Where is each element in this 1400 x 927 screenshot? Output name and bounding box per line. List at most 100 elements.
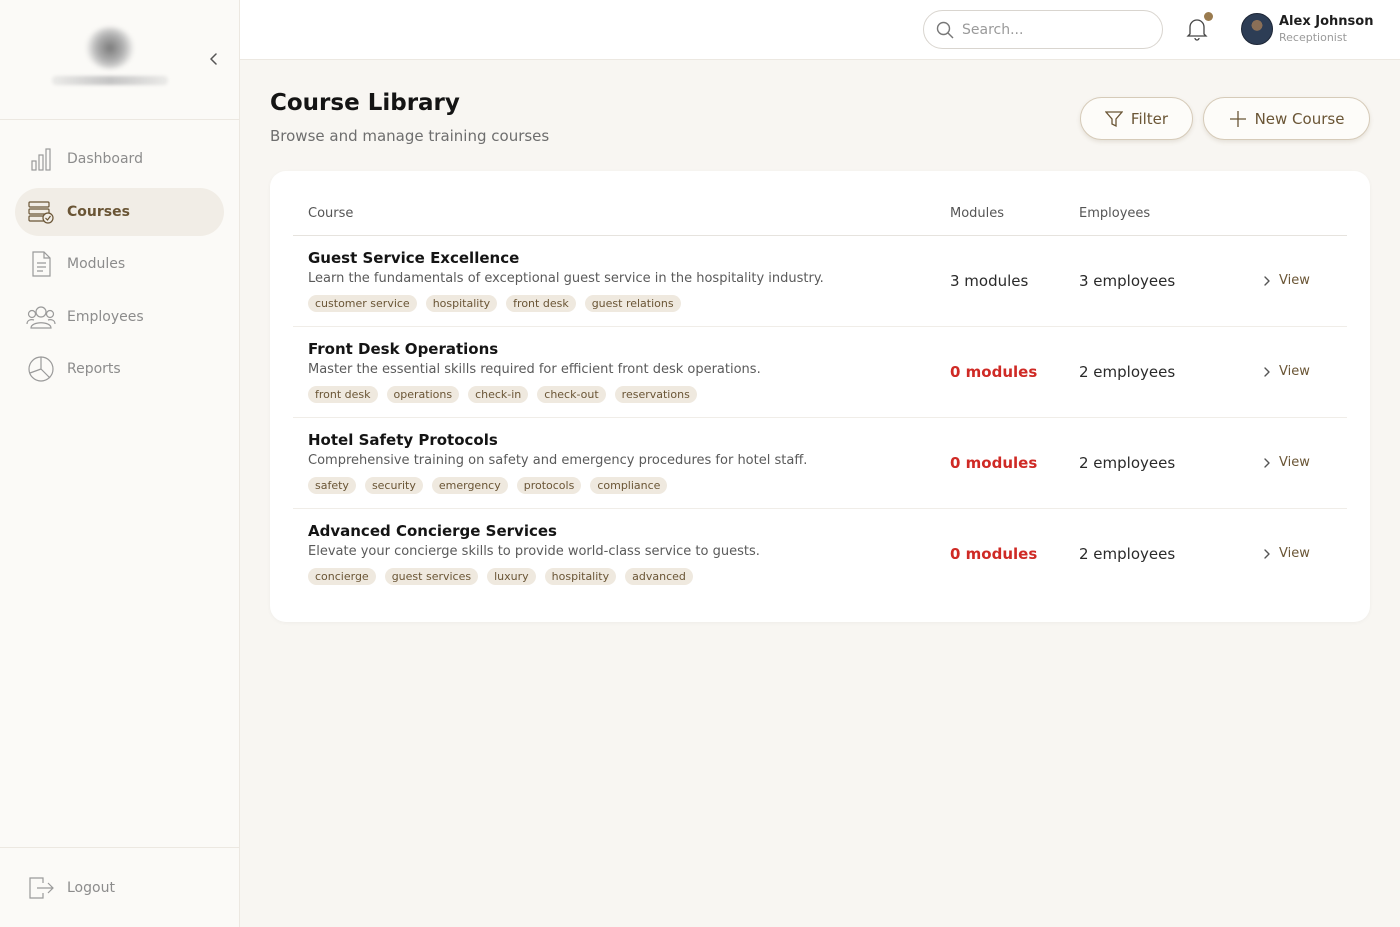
search-box[interactable]: [923, 10, 1163, 49]
employee-count: 3 employees: [1079, 272, 1176, 290]
course-description: Elevate your concierge skills to provide…: [308, 544, 760, 559]
new-course-button-label: New Course: [1254, 109, 1345, 128]
tag: advanced: [625, 568, 693, 585]
table-row[interactable]: Advanced Concierge Services Elevate your …: [293, 509, 1347, 600]
chevron-right-icon: [1264, 548, 1270, 559]
page-subtitle: Browse and manage training courses: [270, 127, 550, 145]
view-button[interactable]: View: [1263, 364, 1310, 379]
module-count: 0 modules: [950, 454, 1038, 472]
avatar: [1241, 13, 1273, 45]
sidebar-item-label: Courses: [67, 203, 130, 220]
tag: check-in: [468, 386, 529, 403]
logo-wordmark: [52, 76, 168, 85]
books-icon: [26, 197, 56, 227]
tag: luxury: [487, 568, 536, 585]
search-icon: [936, 21, 954, 38]
user-role: Receptionist: [1279, 31, 1347, 44]
tag: protocols: [516, 477, 582, 494]
tag: reservations: [614, 386, 697, 403]
bell-icon: [1186, 19, 1208, 41]
user-name: Alex Johnson: [1279, 14, 1374, 29]
page-title: Course Library: [270, 90, 460, 116]
module-count: 0 modules: [950, 545, 1038, 563]
column-header-course: Course: [308, 206, 354, 221]
table-row[interactable]: Guest Service Excellence Learn the fundam…: [293, 236, 1347, 327]
course-tags: safety security emergency protocols complian…: [308, 477, 668, 494]
collapse-sidebar-button[interactable]: [204, 49, 224, 69]
course-description: Comprehensive training on safety and eme…: [308, 453, 808, 468]
course-name: Guest Service Excellence: [308, 249, 520, 267]
filter-icon: [1104, 110, 1123, 127]
course-description: Learn the fundamentals of exceptional gu…: [308, 271, 824, 286]
course-name: Hotel Safety Protocols: [308, 431, 498, 449]
new-course-button[interactable]: New Course: [1203, 97, 1370, 140]
table-row[interactable]: Hotel Safety Protocols Comprehensive trai…: [293, 418, 1347, 509]
view-button[interactable]: View: [1263, 546, 1310, 561]
course-tags: customer service hospitality front desk gue…: [308, 295, 681, 312]
brand: [0, 0, 239, 120]
tag: compliance: [590, 477, 668, 494]
table-body: Guest Service Excellence Learn the fundam…: [293, 236, 1347, 600]
sidebar-nav: Dashboard Courses Modules Employees Repo…: [15, 135, 224, 398]
sidebar-item-employees[interactable]: Employees: [15, 293, 224, 341]
top-header: Alex Johnson Receptionist: [240, 0, 1400, 60]
course-description: Master the essential skills required for…: [308, 362, 761, 377]
search-input[interactable]: [962, 21, 1142, 38]
view-button-label: View: [1279, 455, 1310, 470]
view-button[interactable]: View: [1263, 455, 1310, 470]
logout-label: Logout: [67, 880, 115, 896]
sidebar-item-label: Modules: [67, 256, 126, 272]
logout-button[interactable]: Logout: [26, 873, 115, 903]
sidebar-item-reports[interactable]: Reports: [15, 345, 224, 393]
view-button-label: View: [1279, 273, 1310, 288]
user-menu[interactable]: Alex Johnson Receptionist: [1241, 13, 1373, 45]
employee-count: 2 employees: [1079, 545, 1176, 563]
document-icon: [26, 249, 56, 279]
employee-count: 2 employees: [1079, 454, 1176, 472]
course-name: Advanced Concierge Services: [308, 522, 557, 540]
tag: front desk: [308, 386, 378, 403]
tag: security: [364, 477, 423, 494]
bar-chart-icon: [26, 144, 56, 174]
logo: [86, 27, 134, 69]
tag: emergency: [431, 477, 508, 494]
pie-chart-icon: [26, 354, 56, 384]
sidebar-item-dashboard[interactable]: Dashboard: [15, 135, 224, 183]
tag: concierge: [308, 568, 376, 585]
sidebar-footer: Logout: [0, 847, 239, 927]
column-header-modules: Modules: [950, 206, 1005, 221]
sidebar-item-label: Dashboard: [67, 151, 143, 167]
notification-dot: [1204, 12, 1213, 21]
course-name: Front Desk Operations: [308, 340, 499, 358]
tag: guest services: [384, 568, 479, 585]
column-header-employees: Employees: [1079, 206, 1151, 221]
sidebar-item-courses[interactable]: Courses: [15, 187, 224, 236]
sidebar-item-label: Reports: [67, 361, 121, 377]
tag: operations: [386, 386, 460, 403]
table-header: Course Modules Employees: [293, 196, 1347, 236]
module-count: 3 modules: [950, 272, 1029, 290]
chevron-right-icon: [1264, 366, 1270, 377]
chevron-right-icon: [1264, 457, 1270, 468]
notifications-button[interactable]: [1186, 12, 1213, 41]
tag: customer service: [308, 295, 417, 312]
sidebar-item-label: Employees: [67, 308, 144, 325]
view-button[interactable]: View: [1263, 273, 1310, 288]
module-count: 0 modules: [950, 363, 1038, 381]
chevron-left-icon: [210, 53, 217, 65]
view-button-label: View: [1279, 546, 1310, 561]
filter-button[interactable]: Filter: [1080, 97, 1193, 140]
course-tags: front desk operations check-in check-out res…: [308, 386, 697, 403]
user-info: Alex Johnson Receptionist: [1279, 14, 1373, 44]
table-row[interactable]: Front Desk Operations Master the essentia…: [293, 327, 1347, 418]
users-icon: [26, 302, 56, 332]
sidebar-item-modules[interactable]: Modules: [15, 240, 224, 288]
chevron-right-icon: [1264, 275, 1270, 286]
tag: check-out: [537, 386, 606, 403]
employee-count: 2 employees: [1079, 363, 1176, 381]
filter-button-label: Filter: [1130, 109, 1169, 128]
tag: hospitality: [425, 295, 498, 312]
course-tags: concierge guest services luxury hospitality…: [308, 568, 693, 585]
sidebar: Dashboard Courses Modules Employees Repo…: [0, 0, 240, 927]
tag: guest relations: [584, 295, 681, 312]
